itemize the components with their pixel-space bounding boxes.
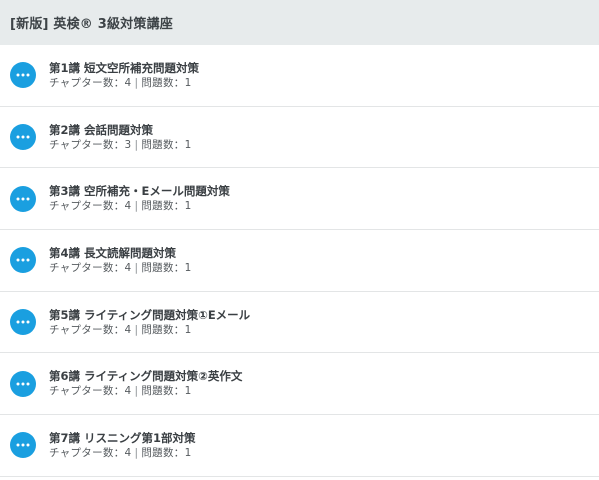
more-icon[interactable] [10, 432, 36, 459]
questions-label: 問題数 [141, 76, 174, 89]
chapters-count: 4 [124, 446, 132, 459]
lecture-title: 第3講 空所補充・Eメール問題対策 [49, 184, 230, 199]
questions-label: 問題数 [141, 261, 174, 274]
questions-label: 問題数 [141, 446, 174, 459]
course-page: [新版] 英検® 3級対策講座 第1講 短文空所補充問題対策 チャプター数：4 |… [0, 0, 599, 480]
lecture-meta: チャプター数：4 | 問題数：1 [49, 76, 192, 89]
lecture-item-6[interactable]: 第6講 ライティング問題対策②英作文 チャプター数：4 | 問題数：1 [0, 353, 599, 416]
meta-separator: | [134, 446, 139, 459]
chapters-label: チャプター数 [49, 385, 114, 398]
more-icon[interactable] [10, 185, 36, 212]
more-icon[interactable] [10, 62, 36, 89]
meta-separator: | [134, 200, 139, 213]
lecture-meta: チャプター数：4 | 問題数：1 [49, 200, 192, 213]
questions-label: 問題数 [141, 323, 174, 336]
questions-label: 問題数 [141, 138, 174, 151]
lecture-item-7[interactable]: 第7講 リスニング第1部対策 チャプター数：4 | 問題数：1 [0, 415, 599, 477]
more-icon[interactable] [10, 247, 36, 274]
chapters-count: 4 [124, 261, 132, 274]
more-icon[interactable] [10, 309, 36, 336]
lecture-title: 第4講 長文読解問題対策 [49, 245, 177, 260]
meta-separator: | [134, 261, 139, 274]
chapters-label: チャプター数 [49, 261, 114, 274]
lecture-title: 第5講 ライティング問題対策①Eメール [49, 307, 251, 322]
lecture-item-4[interactable]: 第4講 長文読解問題対策 チャプター数：4 | 問題数：1 [0, 230, 599, 292]
chapters-label: チャプター数 [49, 76, 114, 89]
questions-count: 1 [184, 323, 192, 336]
questions-count: 1 [184, 200, 192, 213]
chapters-count: 4 [124, 385, 132, 398]
lecture-text: 第5講 ライティング問題対策①Eメール チャプター数：4 | 問題数：1 [49, 307, 250, 338]
lecture-text: 第3講 空所補充・Eメール問題対策 チャプター数：4 | 問題数：1 [49, 183, 230, 214]
lecture-list: 第1講 短文空所補充問題対策 チャプター数：4 | 問題数：1 第2講 会話問題対策… [0, 45, 599, 477]
lecture-text: 第7講 リスニング第1部対策 チャプター数：4 | 問題数：1 [49, 430, 196, 461]
more-icon[interactable] [10, 124, 36, 151]
questions-label: 問題数 [141, 200, 174, 213]
lecture-item-3[interactable]: 第3講 空所補充・Eメール問題対策 チャプター数：4 | 問題数：1 [0, 168, 599, 231]
lecture-meta: チャプター数：3 | 問題数：1 [49, 138, 192, 151]
lecture-item-5[interactable]: 第5講 ライティング問題対策①Eメール チャプター数：4 | 問題数：1 [0, 292, 599, 354]
lecture-meta: チャプター数：4 | 問題数：1 [49, 323, 192, 336]
lecture-meta: チャプター数：4 | 問題数：1 [49, 385, 192, 398]
lecture-meta: チャプター数：4 | 問題数：1 [49, 261, 192, 274]
chapters-count: 3 [124, 138, 132, 151]
chapters-label: チャプター数 [49, 138, 114, 151]
lecture-text: 第1講 短文空所補充問題対策 チャプター数：4 | 問題数：1 [49, 60, 199, 91]
course-header: [新版] 英検® 3級対策講座 [0, 0, 599, 45]
lecture-title: 第2講 会話問題対策 [49, 122, 154, 137]
questions-count: 1 [184, 446, 192, 459]
lecture-title: 第6講 ライティング問題対策②英作文 [49, 369, 243, 384]
more-icon[interactable] [10, 370, 36, 397]
chapters-label: チャプター数 [49, 200, 114, 213]
lecture-title: 第1講 短文空所補充問題対策 [49, 60, 200, 75]
questions-count: 1 [184, 261, 192, 274]
questions-count: 1 [184, 138, 192, 151]
questions-count: 1 [184, 76, 192, 89]
lecture-item-2[interactable]: 第2講 会話問題対策 チャプター数：3 | 問題数：1 [0, 107, 599, 169]
meta-separator: | [134, 385, 139, 398]
questions-label: 問題数 [141, 385, 174, 398]
meta-separator: | [134, 76, 139, 89]
lecture-item-1[interactable]: 第1講 短文空所補充問題対策 チャプター数：4 | 問題数：1 [0, 45, 599, 107]
chapters-label: チャプター数 [49, 446, 114, 459]
lecture-meta: チャプター数：4 | 問題数：1 [49, 446, 192, 459]
lecture-title: 第7講 リスニング第1部対策 [49, 430, 196, 445]
questions-count: 1 [184, 385, 192, 398]
chapters-count: 4 [124, 323, 132, 336]
chapters-label: チャプター数 [49, 323, 114, 336]
course-title: [新版] 英検® 3級対策講座 [10, 17, 173, 32]
chapters-count: 4 [124, 200, 132, 213]
lecture-text: 第6講 ライティング問題対策②英作文 チャプター数：4 | 問題数：1 [49, 368, 242, 399]
chapters-count: 4 [124, 76, 132, 89]
meta-separator: | [134, 138, 139, 151]
meta-separator: | [134, 323, 139, 336]
lecture-text: 第4講 長文読解問題対策 チャプター数：4 | 問題数：1 [49, 245, 192, 276]
lecture-text: 第2講 会話問題対策 チャプター数：3 | 問題数：1 [49, 122, 192, 153]
